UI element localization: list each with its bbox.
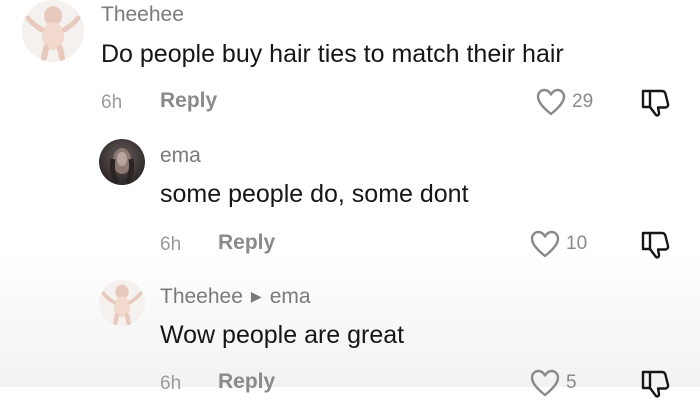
- heart-outline-icon: [530, 230, 560, 258]
- like-count: 5: [566, 372, 577, 393]
- dislike-button[interactable]: [640, 368, 672, 403]
- thumbs-down-outline-icon: [641, 89, 670, 117]
- baby-avatar-icon: [25, 6, 81, 61]
- reply-button[interactable]: Reply: [218, 231, 275, 255]
- comment-author-line: Theehee ▶ ema: [160, 285, 311, 309]
- girl-avatar-icon: [110, 148, 134, 185]
- comment-time: 6h: [160, 234, 182, 255]
- like-button[interactable]: 5: [530, 369, 577, 397]
- comment-time: 6h: [160, 373, 182, 394]
- avatar[interactable]: [99, 139, 145, 185]
- dislike-button[interactable]: [640, 87, 672, 122]
- baby-avatar-icon: [101, 284, 143, 326]
- avatar[interactable]: [22, 0, 84, 62]
- comment-2: ema some people do, some dont 6h Reply 1…: [0, 130, 700, 260]
- comment-text: Wow people are great: [160, 321, 405, 349]
- comment-text: some people do, some dont: [160, 180, 469, 208]
- avatar[interactable]: [99, 280, 145, 326]
- comment-time: 6h: [101, 92, 123, 113]
- heart-outline-icon: [530, 369, 560, 397]
- reply-button[interactable]: Reply: [160, 89, 217, 113]
- thumbs-down-outline-icon: [641, 370, 670, 398]
- comment-3: Theehee ▶ ema Wow people are great 6h Repl…: [0, 275, 700, 398]
- comment-text: Do people buy hair ties to match their h…: [101, 40, 564, 68]
- dislike-button[interactable]: [640, 229, 672, 264]
- caret-right-icon: ▶: [250, 288, 262, 304]
- reply-to-author[interactable]: ema: [270, 285, 311, 308]
- like-count: 29: [572, 91, 594, 112]
- like-button[interactable]: 29: [536, 88, 593, 116]
- reply-button[interactable]: Reply: [218, 370, 275, 394]
- like-count: 10: [566, 233, 588, 254]
- comment-1: Theehee Do people buy hair ties to match…: [0, 0, 700, 130]
- comment-author[interactable]: Theehee: [101, 3, 184, 27]
- comment-author[interactable]: ema: [160, 144, 201, 168]
- like-button[interactable]: 10: [530, 230, 587, 258]
- heart-outline-icon: [536, 88, 566, 116]
- comment-author[interactable]: Theehee: [160, 285, 243, 308]
- thumbs-down-outline-icon: [641, 231, 670, 259]
